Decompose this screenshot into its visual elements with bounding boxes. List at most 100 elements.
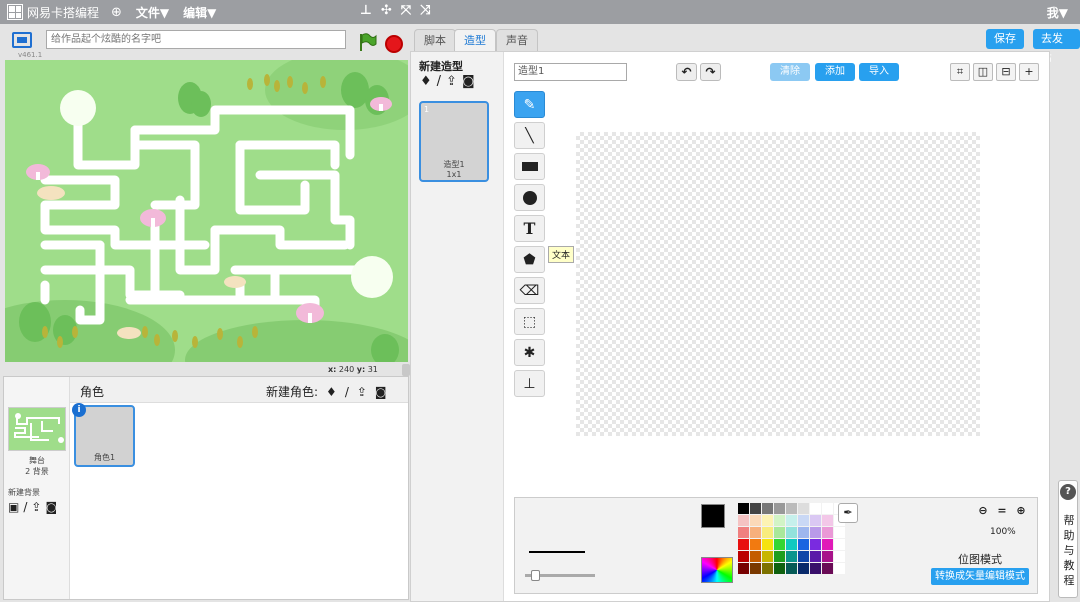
color-swatch[interactable]	[762, 527, 773, 538]
color-swatch[interactable]	[834, 539, 845, 550]
tab-sounds[interactable]: 声音	[496, 29, 538, 51]
color-swatch[interactable]	[774, 503, 785, 514]
color-swatch[interactable]	[798, 563, 809, 574]
app-logo[interactable]: 网易卡搭编程	[7, 4, 99, 21]
color-swatch[interactable]	[798, 527, 809, 538]
zoom-out-icon[interactable]: ⊖	[975, 503, 991, 519]
shrink-icon[interactable]: ⤨	[420, 3, 430, 18]
paint-sprite-icon[interactable]: /	[345, 385, 349, 399]
color-spectrum-button[interactable]	[701, 557, 733, 583]
stop-icon[interactable]	[385, 35, 403, 53]
color-palette[interactable]	[738, 503, 845, 574]
eraser-tool-icon[interactable]: ⌫	[514, 277, 545, 304]
color-swatch[interactable]	[762, 515, 773, 526]
color-swatch[interactable]	[798, 503, 809, 514]
convert-vector-button[interactable]: 转换成矢量编辑模式	[931, 568, 1029, 585]
stage-thumbnail[interactable]	[8, 407, 66, 451]
color-swatch[interactable]	[750, 563, 761, 574]
color-swatch[interactable]	[762, 563, 773, 574]
color-swatch[interactable]	[750, 503, 761, 514]
eyedropper-icon[interactable]: ✒	[838, 503, 858, 523]
import-button[interactable]: 导入	[859, 63, 899, 81]
color-swatch[interactable]	[822, 527, 833, 538]
sprite-item[interactable]: i 角色1	[72, 403, 135, 467]
color-swatch[interactable]	[786, 527, 797, 538]
color-swatch[interactable]	[822, 539, 833, 550]
color-swatch[interactable]	[750, 515, 761, 526]
costume-name-input[interactable]: 造型1	[514, 63, 627, 81]
color-swatch[interactable]	[810, 563, 821, 574]
stamp-tool-icon[interactable]: ⊥	[514, 370, 545, 397]
redo-icon[interactable]: ↷	[700, 63, 721, 81]
color-swatch[interactable]	[774, 515, 785, 526]
color-swatch[interactable]	[774, 551, 785, 562]
add-button[interactable]: 添加	[815, 63, 855, 81]
color-swatch[interactable]	[786, 503, 797, 514]
stage-canvas[interactable]	[5, 60, 408, 362]
publish-button[interactable]: 去发布	[1033, 29, 1080, 65]
fill-tool-icon[interactable]: ⬟	[514, 246, 545, 273]
color-swatch[interactable]	[762, 539, 773, 550]
slider-knob[interactable]	[531, 570, 540, 581]
color-swatch[interactable]	[774, 539, 785, 550]
color-swatch[interactable]	[822, 563, 833, 574]
color-swatch[interactable]	[822, 515, 833, 526]
flip-vertical-icon[interactable]: ⊟	[996, 63, 1016, 81]
backdrop-library-icon[interactable]: ▣	[8, 500, 19, 514]
upload-costume-icon[interactable]: ⇪	[446, 74, 457, 89]
color-swatch[interactable]	[810, 503, 821, 514]
color-swatch[interactable]	[750, 527, 761, 538]
color-swatch[interactable]	[762, 551, 773, 562]
color-swatch[interactable]	[786, 539, 797, 550]
upload-backdrop-icon[interactable]: ⇪	[31, 500, 41, 514]
camera-sprite-icon[interactable]: ◙	[375, 385, 387, 399]
color-swatch[interactable]	[810, 515, 821, 526]
color-swatch[interactable]	[810, 527, 821, 538]
save-button[interactable]: 保存	[986, 29, 1024, 49]
clear-button[interactable]: 清除	[770, 63, 810, 81]
grow-icon[interactable]: ⤧	[401, 3, 411, 18]
project-title-input[interactable]	[46, 30, 346, 49]
color-swatch[interactable]	[798, 515, 809, 526]
color-swatch[interactable]	[834, 527, 845, 538]
color-swatch[interactable]	[774, 527, 785, 538]
text-tool-icon[interactable]: T	[514, 215, 545, 242]
tab-costumes[interactable]: 造型	[454, 29, 496, 51]
color-swatch[interactable]	[810, 539, 821, 550]
line-tool-icon[interactable]: ╲	[514, 122, 545, 149]
rectangle-tool-icon[interactable]	[514, 153, 545, 180]
color-swatch[interactable]	[762, 503, 773, 514]
costume-library-icon[interactable]: ♦	[420, 74, 432, 89]
sprite-library-icon[interactable]: ♦	[326, 385, 337, 399]
camera-costume-icon[interactable]: ◙	[462, 74, 475, 89]
menu-edit[interactable]: 编辑▼	[183, 4, 216, 21]
collapse-stage-handle[interactable]	[402, 364, 410, 376]
color-swatch[interactable]	[810, 551, 821, 562]
set-center-icon[interactable]: +	[1019, 63, 1039, 81]
brush-tool-icon[interactable]: ✎	[514, 91, 545, 118]
color-swatch[interactable]	[738, 527, 749, 538]
fullscreen-icon[interactable]	[12, 32, 32, 48]
color-swatch[interactable]	[750, 539, 761, 550]
color-swatch[interactable]	[738, 551, 749, 562]
globe-icon[interactable]: ⊕	[111, 5, 122, 20]
color-swatch[interactable]	[798, 539, 809, 550]
costume-item[interactable]: 1 造型1 1x1	[419, 101, 489, 182]
stamp-icon[interactable]: ⊥	[360, 3, 372, 18]
color-swatch[interactable]	[786, 551, 797, 562]
paint-costume-icon[interactable]: /	[437, 74, 441, 89]
color-swatch[interactable]	[738, 539, 749, 550]
magic-select-tool-icon[interactable]: ✱	[514, 339, 545, 366]
help-tutorial-button[interactable]: ? 帮 助 与 教 程	[1058, 480, 1078, 598]
color-swatch[interactable]	[738, 515, 749, 526]
color-swatch[interactable]	[738, 503, 749, 514]
undo-icon[interactable]: ↶	[676, 63, 697, 81]
user-menu[interactable]: 我▼	[1047, 4, 1068, 21]
flip-horizontal-icon[interactable]: ◫	[973, 63, 993, 81]
color-swatch[interactable]	[750, 551, 761, 562]
zoom-in-icon[interactable]: ⊕	[1013, 503, 1029, 519]
color-swatch[interactable]	[774, 563, 785, 574]
color-swatch[interactable]	[786, 563, 797, 574]
paint-backdrop-icon[interactable]: /	[23, 500, 27, 514]
menu-file[interactable]: 文件▼	[136, 4, 169, 21]
